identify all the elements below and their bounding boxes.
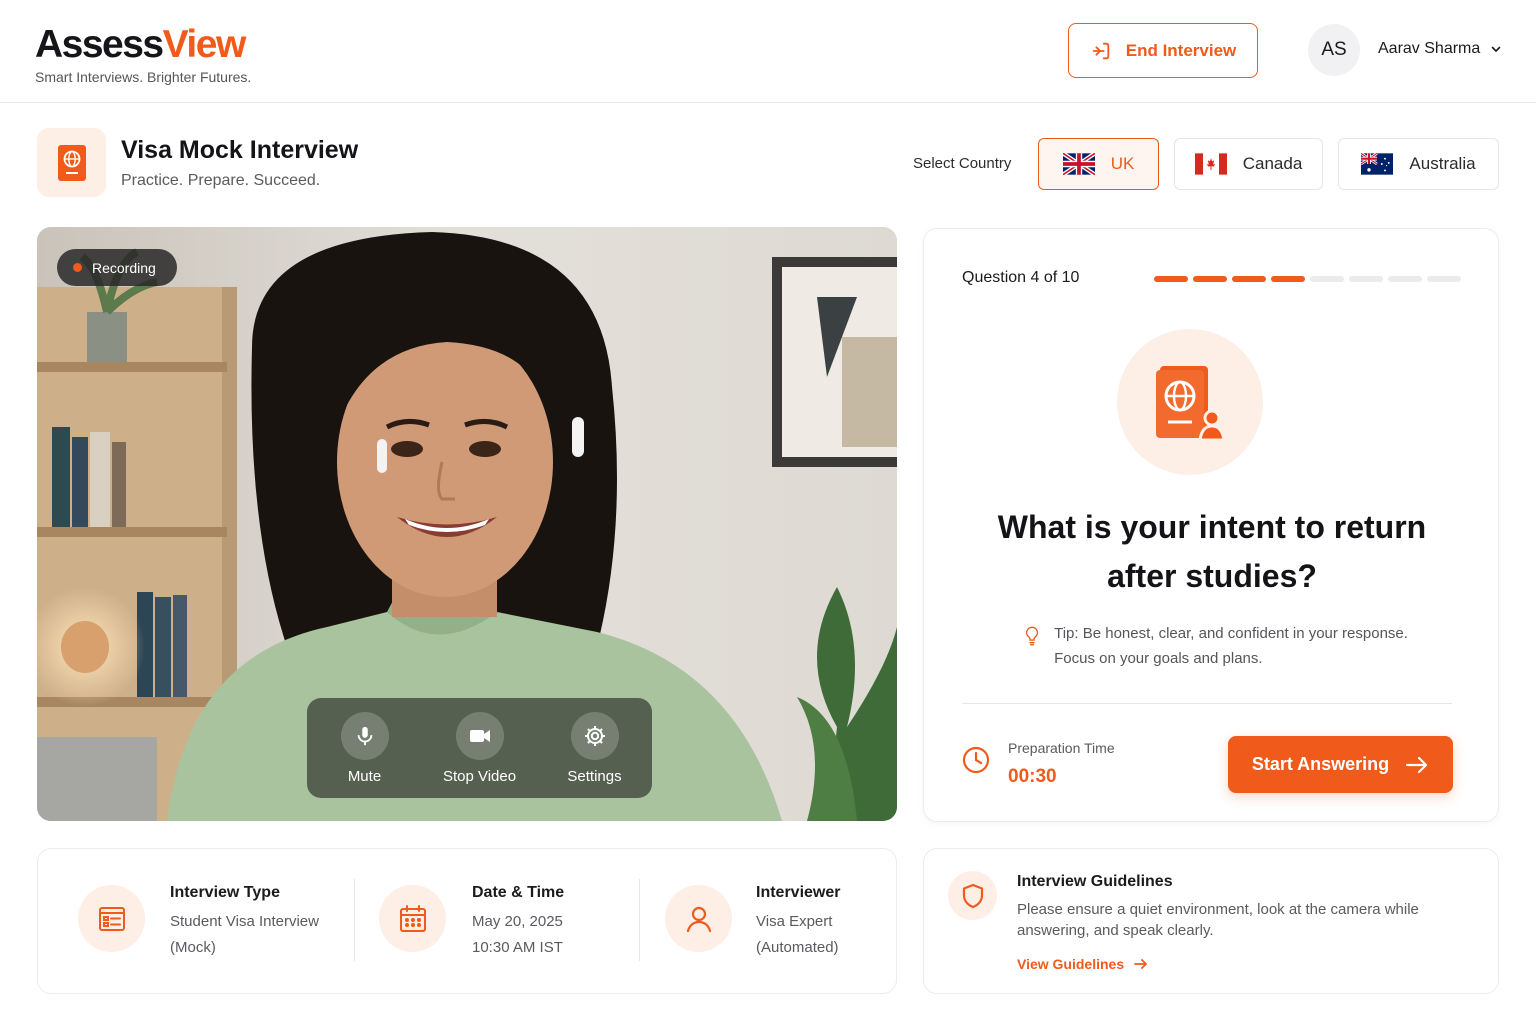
preparation-time-value: 00:30	[1008, 766, 1057, 787]
avatar[interactable]: AS	[1308, 24, 1360, 76]
date-value: May 20, 2025	[472, 913, 563, 930]
interviewer-line1: Visa Expert	[756, 913, 833, 930]
time-value: 10:30 AM IST	[472, 939, 563, 956]
progress-segment	[1388, 276, 1422, 282]
start-answering-label: Start Answering	[1251, 754, 1390, 774]
settings-label: Settings	[567, 767, 622, 785]
divider	[639, 879, 640, 961]
passport-badge	[37, 128, 106, 197]
interviewer-line2: (Automated)	[756, 939, 839, 956]
tip-text: Tip: Be honest, clear, and confident in …	[1054, 625, 1408, 667]
guidelines-text: Please ensure a quiet environment, look …	[1017, 901, 1419, 939]
user-icon	[665, 885, 732, 952]
country-selector-label: Select Country	[913, 155, 1012, 172]
divider	[354, 879, 355, 961]
arrow-right-icon	[1134, 959, 1148, 969]
country-label-uk: UK	[1110, 154, 1135, 173]
question-tip: Tip: Be honest, clear, and confident in …	[1024, 621, 1434, 671]
passport-icon	[57, 144, 86, 181]
exit-icon	[1092, 42, 1109, 59]
stop-video-button[interactable]: Stop Video	[430, 711, 530, 785]
uk-flag-icon	[1062, 153, 1095, 175]
progress-segment	[1271, 276, 1305, 282]
country-option-uk[interactable]: UK	[1038, 138, 1159, 190]
user-menu[interactable]: Aarav Sharma	[1378, 40, 1502, 58]
recording-label: Recording	[92, 259, 156, 276]
progress-segment	[1154, 276, 1188, 282]
video-camera-icon	[455, 711, 504, 760]
interviewer-title: Interviewer	[756, 884, 841, 901]
brand-tagline: Smart Interviews. Brighter Futures.	[35, 69, 252, 85]
country-label-canada: Canada	[1242, 154, 1303, 173]
calendar-icon	[379, 885, 446, 952]
country-option-canada[interactable]: Canada	[1174, 138, 1323, 190]
canada-flag-icon	[1194, 153, 1227, 175]
question-illustration	[1117, 329, 1263, 475]
video-feed: Recording Mute Stop Video Settings	[37, 227, 897, 821]
end-interview-button[interactable]: End Interview	[1068, 23, 1258, 78]
progress-segment	[1193, 276, 1227, 282]
view-guidelines-link[interactable]: View Guidelines	[1017, 956, 1148, 972]
progress-segment	[1349, 276, 1383, 282]
microphone-icon	[340, 711, 389, 760]
date-time-title: Date & Time	[472, 884, 565, 901]
mute-button[interactable]: Mute	[315, 711, 415, 785]
recording-dot	[73, 263, 82, 272]
passport-user-icon	[1156, 366, 1226, 442]
preparation-time-label: Preparation Time	[1008, 740, 1115, 756]
progress-segment	[1232, 276, 1266, 282]
chevron-down-icon	[1491, 46, 1501, 52]
gear-icon	[570, 711, 619, 760]
interview-type-title: Interview Type	[170, 884, 280, 901]
clock-icon	[962, 746, 990, 774]
video-controls: Mute Stop Video Settings	[307, 698, 652, 798]
settings-button[interactable]: Settings	[545, 711, 645, 785]
mute-label: Mute	[347, 767, 382, 785]
question-counter: Question 4 of 10	[962, 269, 1080, 286]
guidelines-card: Interview Guidelines Please ensure a qui…	[923, 848, 1499, 994]
start-answering-button[interactable]: Start Answering	[1228, 736, 1453, 793]
page-title: Visa Mock Interview	[121, 136, 359, 164]
country-label-australia: Australia	[1409, 154, 1476, 173]
lightbulb-icon	[1026, 626, 1039, 646]
progress-segment	[1310, 276, 1344, 282]
app-header: AssessView Smart Interviews. Brighter Fu…	[0, 0, 1536, 103]
user-name: Aarav Sharma	[1378, 40, 1481, 57]
question-progress	[1154, 276, 1461, 282]
form-icon	[78, 885, 145, 952]
interview-type-line2: (Mock)	[170, 939, 216, 956]
divider	[962, 703, 1452, 704]
brand-name-part2: View	[162, 23, 247, 66]
guidelines-title: Interview Guidelines	[1017, 873, 1173, 890]
shield-icon	[948, 871, 997, 920]
interview-details-card: Interview Type Student Visa Interview (M…	[37, 848, 897, 994]
question-card: Question 4 of 10 What is your intent to …	[923, 228, 1499, 822]
brand-logo[interactable]: AssessView	[35, 22, 247, 68]
interview-type-line1: Student Visa Interview	[170, 913, 319, 930]
progress-segment	[1427, 276, 1461, 282]
australia-flag-icon	[1361, 153, 1394, 175]
country-option-australia[interactable]: Australia	[1338, 138, 1499, 190]
arrow-right-icon	[1406, 756, 1428, 773]
view-guidelines-label: View Guidelines	[1017, 956, 1125, 972]
stop-video-label: Stop Video	[442, 767, 517, 785]
end-interview-label: End Interview	[1125, 40, 1237, 60]
brand-name-part1: Assess	[35, 23, 164, 66]
question-text: What is your intent to return after stud…	[997, 509, 1427, 594]
page-subtitle: Practice. Prepare. Succeed.	[121, 172, 321, 189]
recording-badge: Recording	[57, 249, 177, 286]
